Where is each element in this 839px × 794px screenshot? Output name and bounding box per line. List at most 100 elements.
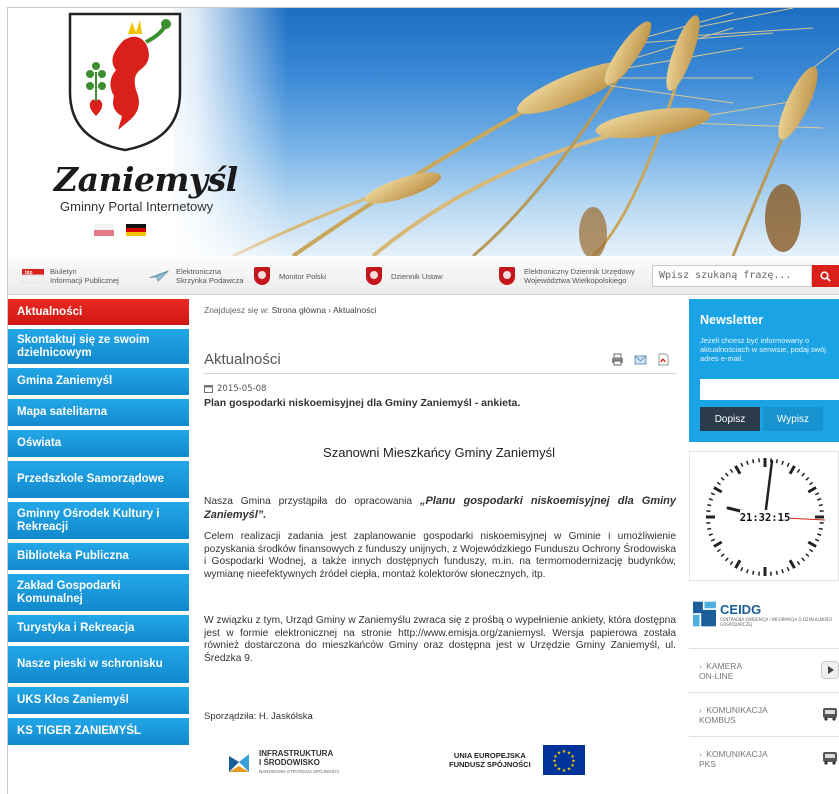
ceidg-description: CENTRALNA EWIDENCJA I INFORMACJA O DZIAŁ… bbox=[720, 616, 833, 627]
article-author: Sporządziła: H. Jaskólska bbox=[204, 711, 313, 722]
clock-tick bbox=[707, 527, 712, 531]
article-date: 2015-05-08 bbox=[204, 384, 266, 394]
nav-item-gok[interactable]: Gminny Ośrodek Kultury i Rekreacji bbox=[8, 502, 189, 539]
right-link-pks[interactable]: › KOMUNIKACJA PKS bbox=[689, 736, 839, 780]
toplink-monitor-polski[interactable]: Monitor Polski bbox=[251, 257, 326, 295]
nav-item-biblioteka[interactable]: Biblioteka Publiczna bbox=[8, 543, 189, 570]
right-link-label: KOMUNIKACJA PKS bbox=[699, 748, 768, 769]
analog-clock: 21:32:15 bbox=[705, 457, 826, 577]
main-content: Znajdujesz się w: Strona główna › Aktual… bbox=[195, 299, 683, 794]
nav-item-oswiata[interactable]: Oświata bbox=[8, 430, 189, 457]
breadcrumb: Znajdujesz się w: Strona główna › Aktual… bbox=[204, 305, 377, 315]
nav-item-ks-tiger[interactable]: KS TIGER ZANIEMYŚL bbox=[8, 718, 189, 745]
search-icon bbox=[820, 270, 831, 282]
newsletter-text: Jeżeli chcesz być informowany o aktualno… bbox=[700, 336, 826, 363]
article-title[interactable]: Plan gospodarki niskoemisyjnej dla Gminy… bbox=[204, 397, 520, 409]
german-flag-icon[interactable] bbox=[126, 224, 146, 236]
toplink-dziennik-urzedowy[interactable]: Elektroniczny Dziennik Urzędowy Wojewódz… bbox=[496, 257, 635, 295]
right-link-kamera[interactable]: › KAMERA ON-LINE bbox=[689, 648, 839, 692]
nav-item-mapa[interactable]: Mapa satelitarna bbox=[8, 399, 189, 426]
brand-subtitle: Gminny Portal Internetowy bbox=[60, 199, 214, 214]
article-paragraph-2: Celem realizacji zadania jest zaplanowan… bbox=[204, 531, 676, 580]
infrastruktura-mark-icon bbox=[229, 753, 249, 772]
toplink-label: Elektroniczny Dziennik Urzędowy Wojewódz… bbox=[524, 267, 635, 285]
search-input[interactable]: Wpisz szukaną frazę... bbox=[652, 265, 812, 287]
ue-line-2: FUNDUSZ SPÓJNOŚCI bbox=[449, 760, 531, 769]
print-icon[interactable] bbox=[611, 353, 624, 366]
ue-line-1: UNIA EUROPEJSKA bbox=[453, 751, 526, 760]
eu-flag-icon: ★ ★★★ ★★★★ ★★★★ bbox=[542, 745, 585, 775]
right-link-label: KAMERA ON-LINE bbox=[699, 660, 743, 681]
newsletter-box: Newsletter Jeżeli chcesz być informowany… bbox=[689, 299, 839, 442]
nav-item-dzielnicowy[interactable]: Skontaktuj się ze swoim dzielnicowym bbox=[8, 329, 189, 364]
bip-icon: bip bbox=[22, 265, 44, 287]
toplink-label: Monitor Polski bbox=[279, 271, 327, 281]
emblem-icon bbox=[251, 265, 273, 287]
breadcrumb-separator: › bbox=[328, 305, 332, 315]
newsletter-subscribe-button[interactable]: Dopisz bbox=[700, 407, 760, 431]
nav-item-przedszkole[interactable]: Przedszkole Samorządowe bbox=[8, 461, 189, 498]
article-date-text: 2015-05-08 bbox=[217, 384, 267, 394]
epuap-icon bbox=[148, 265, 170, 287]
search-button[interactable] bbox=[812, 265, 839, 287]
clock-tick bbox=[818, 527, 823, 531]
email-icon[interactable] bbox=[634, 353, 647, 366]
divider bbox=[204, 373, 676, 374]
nav-item-uks[interactable]: UKS Kłos Zaniemyśl bbox=[8, 687, 189, 714]
toplink-bip[interactable]: bip Biuletyn Informacji Publicznej bbox=[22, 257, 119, 295]
header-banner: Zaniemyśl Gminny Portal Internetowy bbox=[8, 8, 839, 256]
nav-item-zgk[interactable]: Zakład Gospodarki Komunalnej bbox=[8, 574, 189, 611]
clock-tick bbox=[775, 459, 779, 464]
breadcrumb-prefix: Znajdujesz się w: bbox=[204, 305, 270, 315]
polish-flag-icon[interactable] bbox=[94, 224, 114, 236]
site-logo[interactable]: Zaniemyśl Gminny Portal Internetowy bbox=[8, 8, 238, 256]
breadcrumb-home[interactable]: Strona główna bbox=[272, 305, 326, 315]
infrastruktura-logo: INFRASTRUKTURA I ŚRODOWISKO NARODOWA STR… bbox=[227, 749, 339, 776]
ceidg-name: CEIDG bbox=[720, 601, 762, 617]
article-greeting: Szanowni Mieszkańcy Gminy Zaniemyśl bbox=[323, 445, 555, 460]
toplink-epuap[interactable]: Elektroniczna Skrzynka Podawcza bbox=[148, 257, 244, 295]
emblem-icon bbox=[496, 265, 518, 287]
coat-of-arms-icon bbox=[68, 12, 182, 152]
breadcrumb-current: Aktualności bbox=[333, 305, 377, 315]
infra-line-small: NARODOWA STRATEGIA SPÓJNOŚCI bbox=[259, 769, 340, 774]
clock-tick bbox=[751, 570, 755, 575]
toplink-dziennik-ustaw[interactable]: Dziennik Ustaw bbox=[363, 257, 443, 295]
emblem-icon bbox=[363, 265, 385, 287]
svg-text:bip: bip bbox=[25, 270, 33, 276]
clock-tick bbox=[775, 570, 779, 575]
newsletter-title: Newsletter bbox=[700, 313, 764, 327]
paragraph-lead: Nasza Gmina przystąpiła do opracowania bbox=[204, 496, 420, 507]
toplink-label: Biuletyn Informacji Publicznej bbox=[50, 267, 119, 285]
svg-text:★: ★ bbox=[556, 751, 561, 757]
newsletter-unsubscribe-button[interactable]: Wypisz bbox=[763, 407, 823, 431]
nav-item-aktualnosci[interactable]: Aktualności bbox=[8, 299, 189, 325]
pdf-icon[interactable] bbox=[657, 353, 670, 366]
toplink-label: Elektroniczna Skrzynka Podawcza bbox=[176, 267, 244, 285]
clock-tick bbox=[818, 503, 823, 507]
newsletter-email-field[interactable] bbox=[700, 379, 839, 400]
ceidg-banner[interactable]: CEIDG CENTRALNA EWIDENCJA I INFORMACJA O… bbox=[689, 591, 839, 637]
play-icon bbox=[821, 661, 839, 679]
calendar-icon bbox=[204, 385, 213, 393]
right-link-label: KOMUNIKACJA KOMBUS bbox=[699, 704, 768, 725]
nav-item-turystyka[interactable]: Turystyka i Rekreacja bbox=[8, 615, 189, 642]
bus-icon bbox=[823, 752, 837, 765]
article-tools bbox=[611, 353, 670, 366]
svg-text:★: ★ bbox=[561, 768, 566, 774]
article-paragraph-3: W związku z tym, Urząd Gminy w Zaniemyśl… bbox=[204, 615, 676, 664]
article-paragraph-1: Nasza Gmina przystąpiła do opracowania „… bbox=[204, 495, 676, 522]
bus-icon bbox=[823, 708, 837, 721]
nav-item-schronisko[interactable]: Nasze pieski w schronisku bbox=[8, 646, 189, 683]
right-link-kombus[interactable]: › KOMUNIKACJA KOMBUS bbox=[689, 692, 839, 736]
page-title: Aktualności bbox=[204, 351, 281, 368]
sidebar-nav: Aktualności Skontaktuj się ze swoim dzie… bbox=[8, 299, 189, 749]
clock-widget: 21:32:15 bbox=[689, 451, 839, 581]
clock-tick bbox=[707, 503, 712, 507]
clock-digital-time: 21:32:15 bbox=[740, 512, 791, 524]
eu-cohesion-fund-logo: UNIA EUROPEJSKA FUNDUSZ SPÓJNOŚCI ★ ★ ★ ★ ★… bbox=[449, 745, 585, 775]
clock-tick bbox=[751, 459, 755, 464]
brand-title: Zaniemyśl bbox=[54, 160, 238, 199]
nav-item-gmina[interactable]: Gmina Zaniemyśl bbox=[8, 368, 189, 395]
svg-text:★: ★ bbox=[566, 767, 571, 773]
